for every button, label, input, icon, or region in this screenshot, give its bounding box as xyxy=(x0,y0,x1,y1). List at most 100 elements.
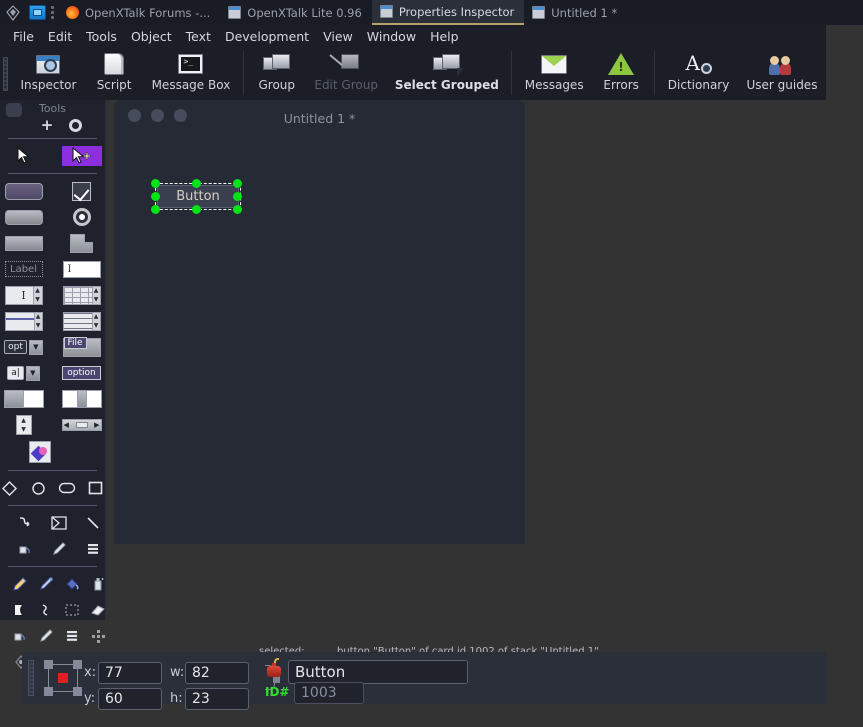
tool-lasso[interactable] xyxy=(12,600,28,620)
tool-freehand-polygon[interactable] xyxy=(48,513,70,533)
menu-window[interactable]: Window xyxy=(360,27,423,46)
tool-text-field[interactable] xyxy=(62,259,102,279)
inspector-drag-handle[interactable] xyxy=(28,660,34,696)
x-input[interactable]: 77 xyxy=(98,662,162,684)
resize-handle-bottom-center[interactable] xyxy=(192,205,201,214)
tool-rounded-rect[interactable] xyxy=(58,478,77,498)
taskbar-tab-openxtalk-lite[interactable]: OpenXTalk Lite 0.96 xyxy=(220,0,372,25)
tool-tab-button[interactable] xyxy=(62,233,102,253)
toolbar-button-group[interactable]: Group xyxy=(248,48,306,100)
resize-handle-bottom-right[interactable] xyxy=(233,205,242,214)
toolbar-button-select-grouped[interactable]: Select Grouped xyxy=(387,48,508,100)
tool-stamp[interactable] xyxy=(12,626,28,646)
tool-airbrush[interactable] xyxy=(38,574,54,594)
tool-rect-button[interactable] xyxy=(4,233,44,253)
tool-image[interactable] xyxy=(20,441,60,463)
toolbar-button-dictionary[interactable]: A Dictionary xyxy=(659,48,738,100)
tool-dither[interactable] xyxy=(90,626,106,646)
resize-handle-middle-left[interactable] xyxy=(151,192,160,201)
taskbar-tab-forums[interactable]: OpenXTalk Forums -... xyxy=(58,0,220,25)
resize-handle-top-center[interactable] xyxy=(192,179,201,188)
tool-pattern[interactable] xyxy=(82,539,104,559)
menu-text[interactable]: Text xyxy=(179,27,218,46)
tool-edit-pointer[interactable] xyxy=(61,146,102,166)
tool-bucket[interactable] xyxy=(14,539,36,559)
tool-pencil[interactable] xyxy=(12,574,28,594)
tool-list-field[interactable]: ▲ ▼ xyxy=(62,311,102,331)
tool-polygon[interactable] xyxy=(0,478,19,498)
tool-combobox[interactable]: a| ▼ xyxy=(4,363,44,383)
tool-rounded-button[interactable] xyxy=(4,207,44,227)
terminal-icon xyxy=(178,50,204,78)
toolbar-button-messages[interactable]: Messages xyxy=(516,48,592,100)
window-icon xyxy=(228,6,242,19)
tool-brush[interactable] xyxy=(48,539,70,559)
toolbar-button-script[interactable]: Script xyxy=(85,48,143,100)
resize-handle-top-left[interactable] xyxy=(151,179,160,188)
gear-icon[interactable] xyxy=(69,118,83,132)
tool-group-panel[interactable] xyxy=(3,389,44,409)
tool-spray-can[interactable] xyxy=(90,574,106,594)
tool-spinner[interactable]: ▲ ▼ xyxy=(4,415,44,435)
menu-edit[interactable]: Edit xyxy=(41,27,79,46)
tool-browse-pointer[interactable] xyxy=(4,146,44,166)
tool-select-rect[interactable] xyxy=(64,600,80,620)
tool-split-panel[interactable] xyxy=(61,389,102,409)
menu-tools[interactable]: Tools xyxy=(79,27,124,46)
tool-scrollbar[interactable]: ◀ ▶ xyxy=(61,415,102,435)
tool-file-menu[interactable] xyxy=(62,336,102,357)
taskbar-overflow-icon[interactable] xyxy=(46,0,58,25)
tool-curve[interactable] xyxy=(14,513,36,533)
resize-handle-bottom-left[interactable] xyxy=(151,205,160,214)
tool-option-button[interactable]: option xyxy=(62,363,102,383)
taskbar-tab-properties-inspector[interactable]: Properties Inspector xyxy=(371,0,525,25)
menu-help[interactable]: Help xyxy=(423,27,466,46)
card-canvas[interactable]: Button xyxy=(114,136,525,544)
tool-table-field[interactable]: ▲ ▼ xyxy=(62,285,102,305)
add-tool-button[interactable]: + xyxy=(41,118,54,133)
palette-collapse-icon[interactable] xyxy=(6,103,22,117)
tool-scrolling-field[interactable]: I ▲ ▼ xyxy=(4,285,44,305)
h-input[interactable]: 23 xyxy=(185,688,249,710)
menu-object[interactable]: Object xyxy=(124,27,179,46)
toolbar-button-errors[interactable]: Errors xyxy=(592,48,650,100)
tool-push-button[interactable] xyxy=(4,181,44,201)
tool-paint-bucket[interactable] xyxy=(64,574,80,594)
resize-handle-middle-right[interactable] xyxy=(233,192,242,201)
tool-list-header-field[interactable]: ▲ ▼ xyxy=(4,311,44,331)
tool-brush2[interactable] xyxy=(38,626,54,646)
menu-development[interactable]: Development xyxy=(218,27,316,46)
tool-line[interactable] xyxy=(82,513,104,533)
w-input[interactable]: 82 xyxy=(185,662,249,684)
y-input[interactable]: 60 xyxy=(98,688,162,710)
geometry-anchor-icon[interactable] xyxy=(44,660,82,696)
tool-checkbox[interactable] xyxy=(62,181,102,201)
toolbar-button-inspector[interactable]: Inspector xyxy=(12,48,85,100)
desktop-logo-icon xyxy=(0,0,26,25)
taskbar-tab-untitled-1[interactable]: Untitled 1 * xyxy=(524,0,627,25)
tool-lines[interactable] xyxy=(64,626,80,646)
toolbar-button-message-box[interactable]: Message Box xyxy=(143,48,239,100)
script-scroll-icon xyxy=(104,50,125,78)
tools-palette: Tools + Label I I ▲ ▼ ▲ ▼ ▲ ▼ ▲ ▼ opt ▼ … xyxy=(0,100,106,670)
close-icon[interactable] xyxy=(128,109,141,122)
tool-curve-draw[interactable] xyxy=(38,600,54,620)
menu-view[interactable]: View xyxy=(316,27,360,46)
window-controls[interactable] xyxy=(128,109,187,122)
toolbar-button-edit-group[interactable]: Edit Group xyxy=(306,48,387,100)
object-name-input[interactable]: Button xyxy=(288,660,468,684)
minimize-icon[interactable] xyxy=(151,109,164,122)
resize-handle-top-right[interactable] xyxy=(233,179,242,188)
app-launcher-icon[interactable] xyxy=(29,5,46,20)
tool-eraser[interactable] xyxy=(90,600,106,620)
maximize-icon[interactable] xyxy=(174,109,187,122)
menu-file[interactable]: File xyxy=(6,27,41,46)
tool-radio-button[interactable] xyxy=(62,207,102,227)
tool-option-menu[interactable]: opt ▼ xyxy=(4,337,44,357)
toolbar-drag-handle[interactable] xyxy=(0,48,12,100)
tool-oval[interactable] xyxy=(29,478,48,498)
tool-rectangle[interactable] xyxy=(86,478,105,498)
toolbar-button-user-guides[interactable]: User guides xyxy=(738,48,826,100)
tool-label-field[interactable]: Label xyxy=(4,259,44,279)
taskbar-tab-label: OpenXTalk Lite 0.96 xyxy=(247,5,362,20)
